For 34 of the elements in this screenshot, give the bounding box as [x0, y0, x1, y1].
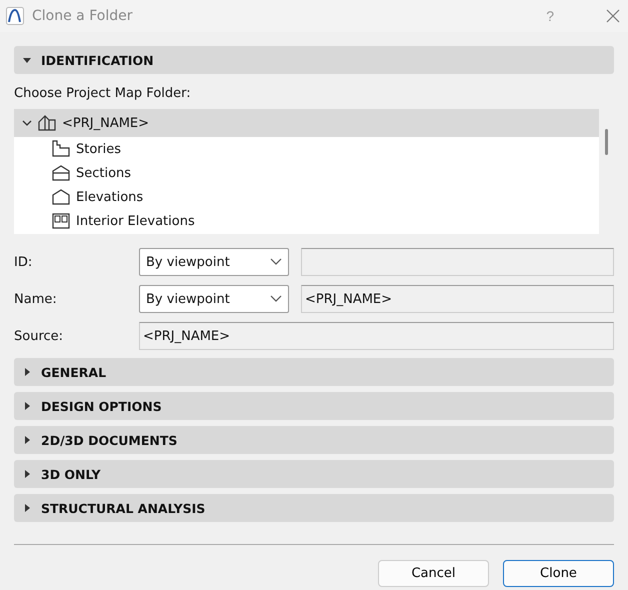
clone-button[interactable]: Clone [503, 560, 614, 587]
tree-item[interactable]: Sections [14, 161, 599, 185]
tree-item[interactable]: Stories [14, 137, 599, 161]
section-header[interactable]: 2D/3D DOCUMENTS [14, 426, 614, 454]
chevron-down-icon [270, 295, 282, 303]
close-icon[interactable] [606, 9, 620, 23]
house-outline-icon [52, 188, 70, 206]
field-label: Name: [14, 292, 58, 306]
field-label: ID: [14, 254, 34, 270]
section-header[interactable]: DESIGN OPTIONS [14, 392, 614, 420]
app-logo-icon [6, 7, 24, 25]
dropdown[interactable]: By viewpoint [139, 285, 289, 313]
chevron-down-icon[interactable] [22, 118, 32, 128]
folder-icon [52, 140, 70, 158]
section-header[interactable]: STRUCTURAL ANALYSIS [14, 494, 614, 522]
window-title: Clone a Folder [32, 8, 134, 24]
tree-label: Choose Project Map Folder: [14, 86, 192, 101]
house-section-icon [52, 164, 70, 182]
section-header[interactable]: GENERAL [14, 358, 614, 386]
dropdown[interactable]: By viewpoint [139, 248, 289, 276]
tree-item[interactable]: <PRJ_NAME> [14, 109, 599, 137]
house-icon [38, 114, 56, 132]
section-header[interactable]: 3D ONLY [14, 460, 614, 488]
field-label: Source: [14, 328, 64, 344]
chevron-down-icon [270, 258, 282, 266]
text-field[interactable]: <PRJ_NAME> [139, 322, 614, 350]
tree-item[interactable]: Interior Elevations [14, 209, 599, 233]
cancel-button[interactable]: Cancel [378, 560, 489, 587]
text-field[interactable]: <PRJ_NAME> [301, 285, 614, 313]
scrollbar-thumb[interactable] [605, 129, 608, 155]
text-field[interactable] [301, 248, 614, 276]
section-header[interactable]: IDENTIFICATION [14, 46, 614, 74]
window-grid-icon [52, 212, 70, 230]
tree-item[interactable]: Elevations [14, 185, 599, 209]
